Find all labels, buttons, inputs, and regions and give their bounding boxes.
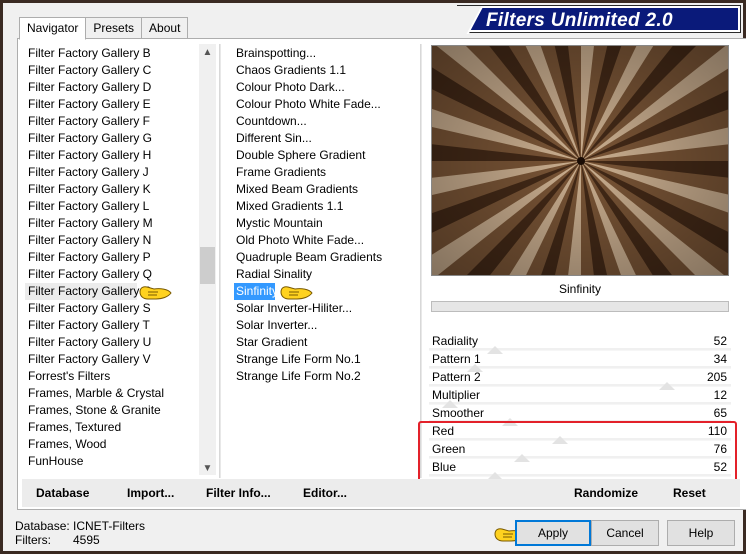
slider-pattern-1[interactable]: Pattern 1 34 (429, 351, 731, 372)
category-item[interactable]: Filter Factory Gallery V (28, 351, 200, 368)
category-item[interactable]: Filter Factory Gallery K (28, 181, 200, 198)
reset-button[interactable]: Reset (673, 486, 706, 500)
category-item[interactable]: Filter Factory Gallery F (28, 113, 200, 130)
category-item[interactable]: Filter Factory Gallery Q (28, 266, 200, 283)
category-item[interactable]: Filter Factory Gallery L (28, 198, 200, 215)
apply-button[interactable]: Apply (515, 520, 591, 546)
filter-item[interactable]: Chaos Gradients 1.1 (236, 62, 416, 79)
editor-button[interactable]: Editor... (303, 486, 347, 500)
slider-value: 205 (706, 370, 727, 384)
category-item[interactable]: Filter Factory Gallery G (28, 130, 200, 147)
app-title: Filters Unlimited 2.0 (486, 10, 673, 31)
tab-bar: Navigator Presets About (19, 17, 189, 40)
filter-item[interactable]: Old Photo White Fade... (236, 232, 416, 249)
category-item[interactable]: Filter Factory Gallery B (28, 45, 200, 62)
pointing-hand-icon (139, 286, 172, 300)
slider-radiality[interactable]: Radiality 52 (429, 333, 731, 354)
preview-label: Sinfinity (558, 282, 602, 296)
filter-info-button[interactable]: Filter Info... (206, 486, 271, 500)
pointing-hand-icon (280, 286, 313, 300)
scroll-up-icon[interactable]: ▲ (199, 44, 216, 61)
filter-list[interactable]: Brainspotting... Chaos Gradients 1.1 Colou… (234, 45, 416, 385)
filter-item[interactable]: Strange Life Form No.1 (236, 351, 416, 368)
category-item[interactable]: Filter Factory Gallery P (28, 249, 200, 266)
filter-item[interactable]: Different Sin... (236, 130, 416, 147)
help-button[interactable]: Help (667, 520, 735, 546)
category-item[interactable]: Filter Factory Gallery C (28, 62, 200, 79)
filter-item[interactable]: Mixed Beam Gradients (236, 181, 416, 198)
category-list[interactable]: Filter Factory Gallery B Filter Factory G… (25, 45, 200, 470)
status-database-label: Database: (15, 519, 70, 533)
slider-pattern-2[interactable]: Pattern 2 205 (429, 369, 731, 390)
category-item[interactable]: Filter Factory Gallery E (28, 96, 200, 113)
filter-item[interactable]: Solar Inverter... (236, 317, 416, 334)
filter-item[interactable]: Mixed Gradients 1.1 (236, 198, 416, 215)
category-item[interactable]: Frames, Stone & Granite (28, 402, 200, 419)
slider-track[interactable] (429, 348, 731, 350)
category-item[interactable]: Filter Factory Gallery J (28, 164, 200, 181)
slider-value: 34 (713, 352, 727, 366)
status-database-value: ICNET-Filters (73, 519, 145, 533)
category-item[interactable]: Filter Factory Gallery M (28, 215, 200, 232)
tab-navigator[interactable]: Navigator (19, 17, 87, 40)
category-item[interactable]: Frames, Textured (28, 419, 200, 436)
filter-item[interactable]: Frame Gradients (236, 164, 416, 181)
slider-value: 52 (713, 334, 727, 348)
filter-preview (431, 45, 729, 276)
status-area: Database: ICNET-Filters Filters: 4595 (15, 519, 145, 547)
filter-item[interactable]: Sinfinity (234, 283, 278, 300)
slider-multiplier[interactable]: Multiplier 12 (429, 387, 731, 408)
database-button[interactable]: Database (36, 486, 89, 500)
category-item[interactable]: Filter Factory Gallery R (25, 283, 151, 300)
status-filters-value: 4595 (73, 533, 100, 547)
filter-item[interactable]: Countdown... (236, 113, 416, 130)
scroll-down-icon[interactable]: ▼ (199, 460, 216, 477)
filter-item[interactable]: Colour Photo Dark... (236, 79, 416, 96)
category-item[interactable]: Frames, Marble & Crystal (28, 385, 200, 402)
divider (420, 44, 422, 478)
slider-label: Radiality (432, 334, 479, 348)
import-button[interactable]: Import... (127, 486, 174, 500)
category-item[interactable]: Filter Factory Gallery U (28, 334, 200, 351)
slider-label: Smoother (432, 406, 485, 420)
category-item[interactable]: FunHouse (28, 453, 200, 470)
filter-item[interactable]: Brainspotting... (236, 45, 416, 62)
filter-item[interactable]: Star Gradient (236, 334, 416, 351)
filter-item[interactable]: Radial Sinality (236, 266, 416, 283)
slider-track[interactable] (429, 402, 731, 404)
category-item[interactable]: Forrest's Filters (28, 368, 200, 385)
slider-label: Pattern 2 (432, 370, 481, 384)
annotation-highlight-box (418, 421, 737, 482)
filter-item[interactable]: Mystic Mountain (236, 215, 416, 232)
randomize-button[interactable]: Randomize (574, 486, 638, 500)
category-item[interactable]: Filter Factory Gallery H (28, 147, 200, 164)
filter-item[interactable]: Quadruple Beam Gradients (236, 249, 416, 266)
category-scrollbar[interactable]: ▲ ▼ (199, 44, 216, 475)
filter-item[interactable]: Double Sphere Gradient (236, 147, 416, 164)
category-item[interactable]: Filter Factory Gallery N (28, 232, 200, 249)
category-item[interactable]: Filter Factory Gallery T (28, 317, 200, 334)
cancel-button[interactable]: Cancel (591, 520, 659, 546)
scroll-thumb[interactable] (200, 247, 215, 284)
category-item[interactable]: Frames, Wood (28, 436, 200, 453)
slider-value: 65 (713, 406, 727, 420)
tab-about[interactable]: About (141, 17, 189, 39)
tab-presets[interactable]: Presets (85, 17, 143, 39)
slider-value: 12 (713, 388, 727, 402)
divider (219, 44, 221, 478)
status-filters-label: Filters: (15, 533, 51, 547)
filter-item[interactable]: Solar Inverter-Hiliter... (236, 300, 416, 317)
category-item[interactable]: Filter Factory Gallery D (28, 79, 200, 96)
progress-bar (431, 301, 729, 312)
category-item[interactable]: Filter Factory Gallery S (28, 300, 200, 317)
preview-image (432, 46, 728, 275)
filter-item[interactable]: Strange Life Form No.2 (236, 368, 416, 385)
slider-track[interactable] (429, 384, 731, 386)
app-banner: Filters Unlimited 2.0 (457, 5, 741, 33)
filter-item[interactable]: Colour Photo White Fade... (236, 96, 416, 113)
